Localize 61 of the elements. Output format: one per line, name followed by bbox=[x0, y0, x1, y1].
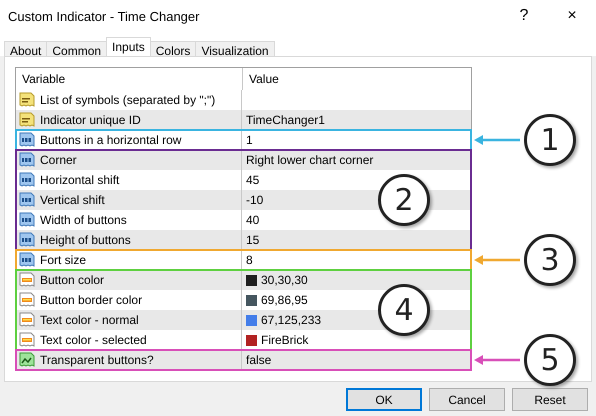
variable-name: Corner bbox=[40, 153, 77, 167]
tab[interactable]: Visualization bbox=[195, 41, 275, 56]
tab[interactable]: Colors bbox=[150, 41, 196, 56]
callout-arrow bbox=[474, 255, 520, 265]
value-text[interactable]: 8 bbox=[246, 253, 253, 267]
variable-name: Fort size bbox=[40, 253, 86, 267]
variable-name: List of symbols (separated by ";") bbox=[40, 93, 216, 107]
callout-badge: 3 bbox=[524, 234, 576, 286]
variable-name: Height of buttons bbox=[40, 233, 131, 247]
tab[interactable]: Common bbox=[46, 41, 108, 56]
document-icon bbox=[19, 152, 35, 168]
color-swatch[interactable] bbox=[246, 274, 257, 286]
variable-name: Indicator unique ID bbox=[40, 113, 141, 127]
help-button[interactable]: ? bbox=[500, 7, 548, 25]
document-icon bbox=[19, 172, 35, 188]
document-icon bbox=[19, 272, 35, 288]
value-text[interactable]: TimeChanger1 bbox=[246, 113, 325, 127]
callout-badge: 5 bbox=[524, 334, 576, 386]
variable-name: Text color - selected bbox=[40, 333, 147, 347]
variable-name: Width of buttons bbox=[40, 213, 127, 227]
value-text[interactable]: 15 bbox=[246, 233, 260, 247]
dialog-button[interactable]: OK bbox=[346, 388, 422, 411]
value-text[interactable]: Right lower chart corner bbox=[246, 153, 374, 167]
callout-arrow bbox=[474, 355, 520, 365]
value-text[interactable]: 67,125,233 bbox=[261, 313, 322, 327]
variable-name: Button color bbox=[40, 273, 104, 287]
document-icon bbox=[19, 252, 35, 268]
value-text[interactable]: 30,30,30 bbox=[261, 273, 308, 287]
color-swatch[interactable] bbox=[246, 294, 257, 306]
variable-name: Vertical shift bbox=[40, 193, 105, 207]
value-text[interactable]: -10 bbox=[246, 193, 264, 207]
callout-badge: 1 bbox=[524, 114, 576, 166]
dialog-button[interactable]: Cancel bbox=[429, 388, 505, 411]
variable-name: Transparent buttons? bbox=[40, 353, 154, 367]
variable-name: Horizontal shift bbox=[40, 173, 120, 187]
document-icon bbox=[19, 212, 35, 228]
value-text[interactable]: 1 bbox=[246, 133, 253, 147]
document-icon bbox=[19, 132, 35, 148]
tab[interactable]: About bbox=[4, 41, 48, 56]
variable-name: Text color - normal bbox=[40, 313, 139, 327]
document-icon bbox=[19, 232, 35, 248]
variable-name: Buttons in a horizontal row bbox=[40, 133, 182, 147]
dialog-button[interactable]: Reset bbox=[512, 388, 588, 411]
document-icon bbox=[19, 312, 35, 328]
variable-name: Button border color bbox=[40, 293, 142, 307]
document-icon bbox=[19, 92, 35, 108]
window-title: Custom Indicator - Time Changer bbox=[8, 8, 200, 24]
callout-arrow bbox=[474, 135, 520, 145]
document-icon bbox=[19, 112, 35, 128]
value-text[interactable]: 40 bbox=[246, 213, 260, 227]
color-swatch[interactable] bbox=[246, 334, 257, 346]
value-text[interactable]: FireBrick bbox=[261, 333, 308, 347]
column-header: Value bbox=[248, 72, 279, 86]
close-button[interactable]: × bbox=[548, 7, 596, 25]
color-swatch[interactable] bbox=[246, 314, 257, 326]
value-text[interactable]: false bbox=[246, 353, 272, 367]
chart-icon bbox=[19, 352, 35, 368]
document-icon bbox=[19, 192, 35, 208]
tab[interactable]: Inputs bbox=[106, 37, 151, 56]
value-text[interactable]: 45 bbox=[246, 173, 260, 187]
value-text[interactable]: 69,86,95 bbox=[261, 293, 308, 307]
